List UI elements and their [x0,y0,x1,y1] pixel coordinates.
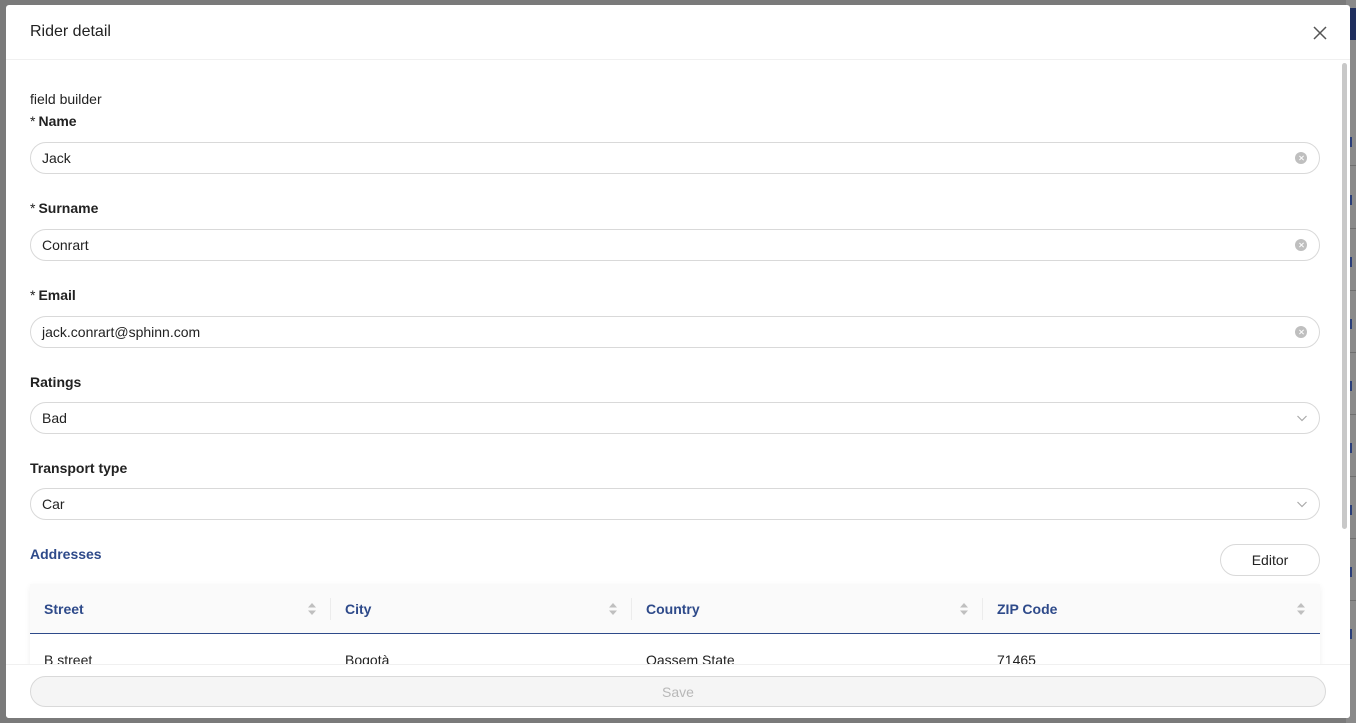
clear-icon[interactable] [1295,152,1307,164]
field-builder-label: field builder [30,91,102,107]
table-row[interactable]: B street Bogotà Qassem State 71465 [30,634,1320,664]
close-icon [1313,26,1327,40]
modal-header: Rider detail [6,5,1350,60]
background-link [1350,505,1356,515]
surname-value: Conrart [42,237,89,253]
transport-type-label: Transport type [30,460,128,476]
clear-icon[interactable] [1295,239,1307,251]
background-link [1350,567,1356,577]
rider-detail-modal: Rider detail field builder * Name Jack * S… [6,5,1350,718]
sort-icon[interactable] [608,602,618,616]
column-header-zip-code[interactable]: ZIP Code [983,584,1320,633]
transport-type-select[interactable]: Car [30,488,1320,520]
transport-type-value: Car [42,496,65,512]
chevron-down-icon [1297,415,1307,422]
table-header: Street City Country ZIP Code [30,584,1320,634]
background-link [1350,381,1356,391]
ratings-value: Bad [42,410,67,426]
addresses-table: Street City Country ZIP Code B street Bo… [30,584,1320,664]
sort-icon[interactable] [1296,602,1306,616]
ratings-select[interactable]: Bad [30,402,1320,434]
column-label: ZIP Code [997,600,1058,617]
column-label: Country [646,600,700,617]
required-marker: * [30,287,36,303]
email-input[interactable]: jack.conrart@sphinn.com [30,316,1320,348]
sort-icon[interactable] [307,602,317,616]
column-header-street[interactable]: Street [30,584,331,633]
background-link [1350,443,1356,453]
background-link [1350,195,1356,205]
required-marker: * [30,200,36,216]
name-value: Jack [42,150,71,166]
name-label: * Name [30,113,77,129]
scrollbar[interactable] [1341,61,1347,664]
addresses-title: Addresses [30,546,102,562]
ratings-label: Ratings [30,374,82,390]
clear-icon[interactable] [1295,326,1307,338]
background-link [1350,319,1356,329]
modal-title: Rider detail [30,23,111,40]
street-cell: B street [44,652,93,664]
zip-code-cell: 71465 [997,652,1036,664]
column-header-city[interactable]: City [331,584,632,633]
email-label: * Email [30,287,76,303]
email-value: jack.conrart@sphinn.com [42,324,201,340]
sort-icon[interactable] [959,602,969,616]
column-label: Street [44,600,84,617]
modal-footer: Save [6,664,1350,718]
editor-button[interactable]: Editor [1220,544,1320,576]
surname-label: * Surname [30,200,98,216]
name-label-text: Name [38,113,77,129]
name-input[interactable]: Jack [30,142,1320,174]
save-button[interactable]: Save [30,676,1326,707]
email-label-text: Email [38,287,76,303]
column-header-country[interactable]: Country [632,584,983,633]
background-link [1350,257,1356,267]
background-link [1350,137,1356,147]
close-button[interactable] [1310,23,1330,43]
country-cell: Qassem State [646,652,735,664]
required-marker: * [30,113,36,129]
scrollbar-thumb[interactable] [1342,63,1347,529]
surname-input[interactable]: Conrart [30,229,1320,261]
surname-label-text: Surname [38,200,99,216]
column-label: City [345,600,372,617]
city-cell: Bogotà [345,652,390,664]
modal-body[interactable]: field builder * Name Jack * Surname Conrar… [6,61,1350,664]
chevron-down-icon [1297,501,1307,508]
background-link [1350,629,1356,639]
